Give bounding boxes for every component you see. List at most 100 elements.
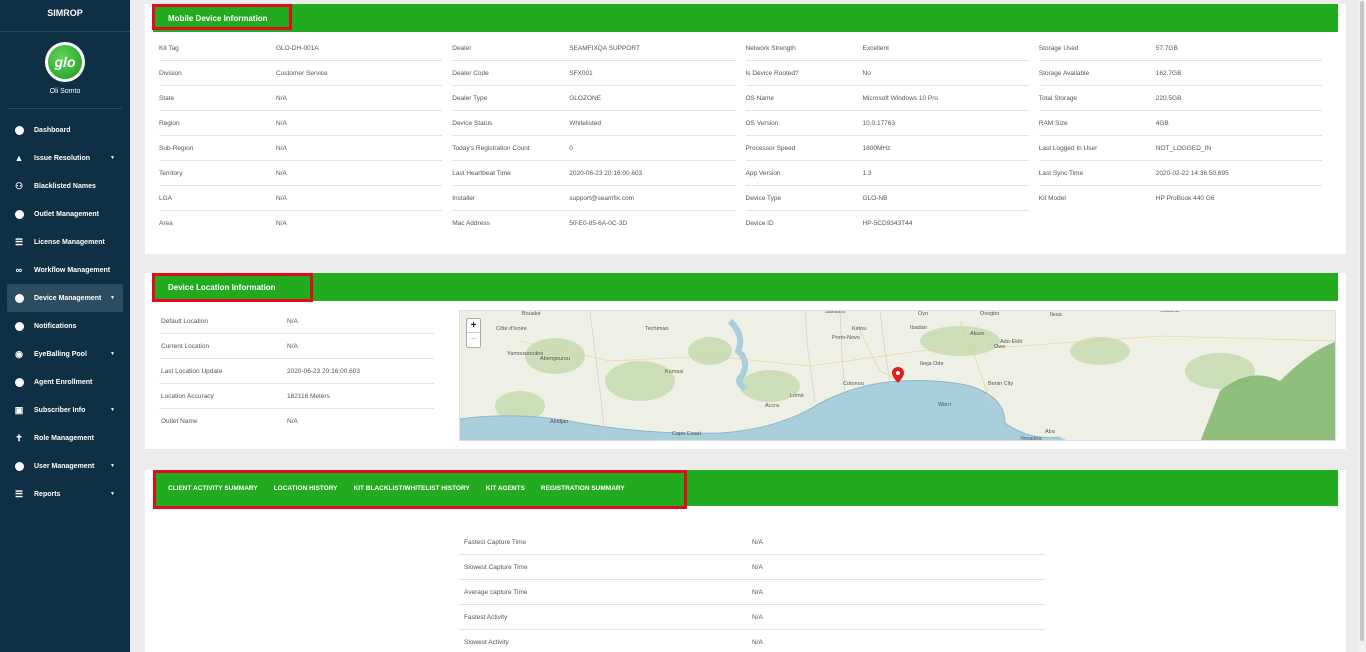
sidebar-item-license-management[interactable]: ☰ License Management	[0, 228, 130, 256]
sidebar-item-label: Issue Resolution	[34, 154, 91, 162]
zoom-in-button[interactable]: +	[467, 319, 480, 333]
sidebar-item-label: License Management	[34, 238, 105, 246]
info-value: 2020-02-22 14:36:50.695	[1155, 169, 1229, 177]
map-label-techiman: Techiman	[645, 326, 669, 332]
info-label: State	[159, 94, 175, 102]
location-value: 2020-06-23 20:16:00.603	[287, 367, 361, 375]
info-value: N/A	[276, 94, 287, 102]
info-row-last-heartbeat-time: Last Heartbeat Time 2020-06-23 20:16:00.6…	[452, 161, 736, 186]
info-row-lga: LGA N/A	[159, 186, 443, 211]
highlight-box-tabs	[153, 470, 687, 509]
stat-label: Fastest Activity	[464, 613, 508, 621]
map-label-kumasi: Kumasi	[665, 369, 684, 375]
info-label: Dealer Type	[452, 94, 488, 102]
map-label-akure: Akure	[970, 331, 985, 337]
location-details: Default Location N/A Current Location N/A La…	[159, 309, 434, 434]
info-row-today-s-registration-count: Today's Registration Count 0	[452, 136, 736, 161]
sidebar-item-label: Device Management	[34, 294, 102, 302]
info-label: Network Strength	[745, 44, 796, 52]
info-label: RAM Size	[1038, 119, 1068, 127]
map-label-porto-novo: Porto-Novo	[832, 335, 860, 341]
sidebar-item-blacklisted-names[interactable]: ⚇ Blacklisted Names	[0, 172, 130, 200]
info-label: Kit Model	[1038, 195, 1066, 202]
sidebar-item-device-management[interactable]: Device Management ▼	[7, 284, 123, 312]
sidebar-item-user-management[interactable]: User Management ▼	[0, 452, 130, 480]
info-value: 4GB	[1155, 119, 1169, 127]
info-value: 2020-06-23 20:16:00.603	[569, 169, 643, 177]
info-value: SEAMFIXQA SUPPORT	[569, 44, 640, 52]
stat-label: Slowest Activity	[464, 638, 509, 646]
info-label: OS Version	[745, 119, 779, 127]
sidebar-item-notifications[interactable]: Notifications	[0, 312, 130, 340]
device-info-column: Storage Used 57.7GB Storage Available 162.7…	[1038, 36, 1332, 236]
info-value: NOT_LOGGED_IN	[1155, 144, 1212, 152]
info-label: App Version	[745, 169, 781, 177]
map-marker-icon[interactable]	[892, 367, 904, 383]
location-map[interactable]: Bouaké Ghana Savalou Oyo Osogbo Ilesa Makurdi Y…	[459, 310, 1336, 441]
sidebar-item-label: Dashboard	[34, 126, 71, 134]
user-profile: glo Oli Somto	[8, 32, 122, 109]
device-info-column: Dealer SEAMFIXQA SUPPORT Dealer Code SFX001…	[452, 36, 745, 236]
info-label: Kit Tag	[159, 44, 179, 52]
info-value: GLO-NB	[862, 194, 888, 202]
sidebar-item-outlet-management[interactable]: Outlet Management	[0, 200, 130, 228]
info-label: Region	[159, 119, 180, 127]
clipboard-icon: ▣	[14, 404, 24, 415]
sidebar-item-issue-resolution[interactable]: ▲ Issue Resolution ▼	[0, 144, 130, 172]
sidebar-item-dashboard[interactable]: Dashboard	[0, 116, 130, 144]
zoom-out-button[interactable]: −	[467, 333, 480, 347]
info-value: HP-5CD9343T44	[862, 220, 913, 227]
info-label: Is Device Rooted?	[745, 69, 799, 77]
info-value: support@seamfix.com	[569, 194, 635, 202]
stat-value: N/A	[752, 538, 763, 546]
map-label-savalou: Savalou	[825, 310, 845, 315]
info-label: Area	[159, 220, 173, 227]
chevron-down-icon: ▼	[110, 351, 115, 357]
user-name: Oli Somto	[49, 88, 81, 95]
sidebar-item-subscriber-info[interactable]: ▣ Subscriber Info ▼	[0, 396, 130, 424]
table-row: Fastest Capture Time N/A	[459, 530, 1045, 555]
info-row-last-sync-time: Last Sync Time 2020-02-22 14:36:50.695	[1038, 161, 1322, 186]
sidebar-item-agent-enrollment[interactable]: Agent Enrollment	[0, 368, 130, 396]
highlight-box-location	[152, 273, 313, 302]
list-icon: ☰	[14, 236, 24, 247]
glo-logo-text: glo	[48, 45, 82, 79]
page-scrollbar[interactable]	[1358, 0, 1366, 652]
info-value: HP ProBook 440 G6	[1155, 195, 1215, 202]
location-row-default-location: Default Location N/A	[159, 309, 434, 334]
sidebar: SIMROP glo Oli Somto Dashboard ▲ Issue Res…	[0, 0, 130, 652]
sidebar-item-label: Subscriber Info	[34, 406, 86, 414]
table-row: Slowest Capture Time N/A	[459, 555, 1045, 580]
map-label-osogbo: Osogbo	[980, 311, 1000, 317]
map-label-yamoussoukro: Yamoussoukro	[507, 351, 544, 357]
info-label: Storage Used	[1038, 44, 1079, 52]
chevron-down-icon: ▼	[110, 155, 115, 161]
chevron-down-icon: ▼	[110, 295, 115, 301]
scrollbar-thumb[interactable]	[1360, 1, 1364, 641]
info-value: N/A	[276, 144, 287, 152]
info-label: LGA	[159, 194, 173, 202]
info-value: 162.7GB	[1155, 69, 1182, 77]
map-label-warri: Warri	[938, 402, 951, 408]
info-row-network-strength: Network Strength Excellent	[745, 36, 1029, 61]
info-row-area: Area N/A	[159, 211, 442, 236]
map-label-aba: Aba	[1045, 429, 1055, 435]
sidebar-item-eyeballing-pool[interactable]: ◉ EyeBalling Pool ▼	[0, 340, 130, 368]
map-label-benin-city: Benin City	[988, 381, 1014, 387]
sidebar-item-reports[interactable]: ☰ Reports ▼	[0, 480, 130, 508]
info-label: Territory	[159, 169, 183, 177]
sidebar-item-workflow-management[interactable]: ∞ Workflow Management	[0, 256, 130, 284]
map-label-accra: Accra	[765, 403, 780, 409]
info-row-region: Region N/A	[159, 111, 443, 136]
sidebar-nav: Dashboard ▲ Issue Resolution ▼ ⚇ Blacklisted …	[0, 116, 130, 508]
info-value: SFX001	[569, 69, 593, 77]
map-label-bouak: Bouaké	[522, 311, 541, 317]
info-value: 50-E0-85-6A-0C-3D	[569, 220, 628, 227]
stat-value: N/A	[752, 588, 763, 596]
info-value: N/A	[276, 119, 287, 127]
info-row-state: State N/A	[159, 86, 443, 111]
sidebar-item-role-management[interactable]: ✝ Role Management	[0, 424, 130, 452]
info-label: Installer	[452, 194, 476, 202]
info-label: Division	[159, 69, 182, 77]
location-value: N/A	[287, 418, 298, 425]
